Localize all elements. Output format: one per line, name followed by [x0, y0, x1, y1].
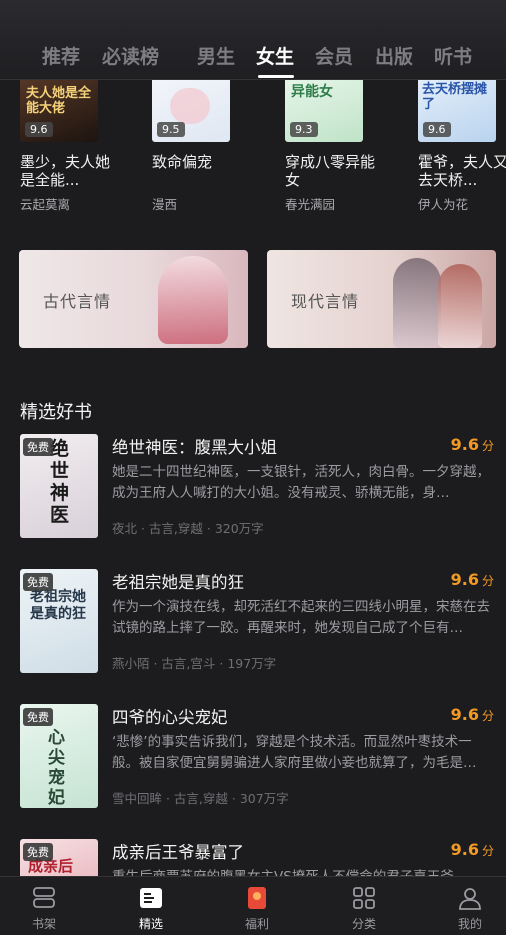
free-badge: 免费	[23, 708, 53, 726]
book-title: 四爷的心尖宠妃	[112, 708, 228, 727]
book-author: 春光满园	[285, 197, 336, 212]
tab-male[interactable]: 男生	[197, 42, 235, 69]
book-cover: 去天桥摆摊了 9.6	[418, 80, 496, 142]
book-score: 9.6 分	[450, 570, 494, 589]
book-score: 9.6 分	[450, 435, 494, 454]
list-item[interactable]: 心尖宠妃 免费 四爷的心尖宠妃 9.6 分 ‘悲惨’的事实告诉我们，穿越是个技术活…	[0, 704, 506, 814]
book-cover: 夫人她是全能大佬 9.6	[20, 80, 98, 142]
book-description: 她是二十四世纪神医，一支银针，活死人，肉白骨。一夕穿越，成为王府人人喊打的大小姐…	[112, 464, 490, 501]
list-item[interactable]: 老祖宗她是真的狂 免费 老祖宗她是真的狂 9.6 分 作为一个演技在线，却死活红不…	[0, 569, 506, 679]
book-title: 绝世神医：腹黑大小姐	[112, 438, 277, 457]
book-title: 成亲后王爷暴富了	[112, 843, 244, 862]
book-cover: 老祖宗她是真的狂 免费	[20, 569, 98, 673]
bottom-nav: 书架 精选 福利 分类 我的	[0, 876, 506, 935]
tab-audiobook[interactable]: 听书	[434, 42, 472, 69]
category-tabs: 推荐 必读榜 男生 女生 会员 出版 听书	[0, 42, 506, 78]
cover-text: 心尖宠妃	[48, 728, 65, 808]
cover-text: 老祖宗她是真的狂	[30, 589, 86, 622]
tab-recommend[interactable]: 推荐	[42, 42, 80, 69]
cover-text: 绝世神医	[50, 438, 70, 526]
gift-icon	[248, 887, 266, 909]
section-title: 精选好书	[20, 402, 92, 423]
score-badge: 9.6	[25, 122, 53, 137]
bookshelf-icon	[33, 887, 55, 908]
book-description: ‘悲惨’的事实告诉我们，穿越是个技术活。而显然叶枣技术一般。被自家便宜舅舅骗进人…	[112, 734, 477, 771]
category-icon	[353, 887, 375, 909]
score-badge: 9.5	[157, 122, 185, 137]
book-title: 致命偏宠	[152, 153, 213, 171]
book-title: 霍爷，夫人又去天桥...	[418, 153, 506, 189]
banner-illustration	[393, 258, 441, 348]
cover-illustration	[170, 88, 210, 124]
banner-modern-romance[interactable]: 现代言情	[267, 250, 496, 348]
cover-text: 异能女	[291, 84, 333, 100]
free-badge: 免费	[23, 573, 53, 591]
book-cover: 9.5	[152, 80, 230, 142]
featured-icon	[140, 888, 162, 908]
book-author: 漫西	[152, 197, 178, 212]
book-meta: 雪中回眸 · 古言,穿越 · 307万字	[112, 791, 289, 806]
nav-label: 分类	[351, 917, 376, 931]
banner-label: 古代言情	[43, 292, 112, 311]
cover-text: 去天桥摆摊了	[422, 82, 488, 112]
book-score: 9.6 分	[450, 840, 494, 859]
banner-illustration	[438, 264, 482, 348]
score-badge: 9.6	[423, 122, 451, 137]
nav-label: 我的	[457, 917, 482, 931]
nav-bookshelf[interactable]: 书架	[14, 885, 74, 932]
top-tab-bar: 推荐 必读榜 男生 女生 会员 出版 听书	[0, 0, 506, 80]
nav-label: 书架	[31, 917, 56, 931]
book-cover: 异能女 9.3	[285, 80, 363, 142]
nav-profile[interactable]: 我的	[440, 885, 500, 932]
score-badge: 9.3	[290, 122, 318, 137]
book-cover: 心尖宠妃 免费	[20, 704, 98, 808]
nav-label: 福利	[244, 917, 269, 931]
book-author: 伊人为花	[418, 197, 469, 212]
banner-label: 现代言情	[291, 292, 360, 311]
book-meta: 夜北 · 古言,穿越 · 320万字	[112, 521, 264, 536]
book-title: 墨少，夫人她是全能...	[20, 153, 111, 189]
nav-welfare[interactable]: 福利	[227, 885, 287, 932]
free-badge: 免费	[23, 843, 53, 861]
book-title: 穿成八零异能女	[285, 153, 376, 189]
book-author: 云起莫离	[20, 197, 71, 212]
profile-icon	[459, 888, 481, 910]
banner-ancient-romance[interactable]: 古代言情	[19, 250, 248, 348]
book-meta: 燕小陌 · 古言,宫斗 · 197万字	[112, 656, 277, 671]
book-score: 9.6 分	[450, 705, 494, 724]
tab-publish[interactable]: 出版	[375, 42, 413, 69]
nav-category[interactable]: 分类	[334, 885, 394, 932]
tab-female[interactable]: 女生	[256, 42, 294, 69]
list-item[interactable]: 绝世神医 免费 绝世神医：腹黑大小姐 9.6 分 她是二十四世纪神医，一支银针，活…	[0, 434, 506, 544]
book-description: 作为一个演技在线，却死活红不起来的三四线小明星，宋慈在去试镜的路上摔了一跤。再醒…	[112, 599, 490, 636]
book-row: 夫人她是全能大佬 9.6 墨少，夫人她是全能... 云起莫离 9.5 致命偏宠 …	[0, 80, 506, 220]
banner-illustration	[158, 256, 228, 344]
active-tab-indicator	[258, 75, 294, 78]
free-badge: 免费	[23, 438, 53, 456]
book-cover: 绝世神医 免费	[20, 434, 98, 538]
cover-text: 夫人她是全能大佬	[26, 86, 92, 116]
nav-label: 精选	[138, 917, 163, 931]
book-title: 老祖宗她是真的狂	[112, 573, 244, 592]
tab-must-read[interactable]: 必读榜	[102, 42, 159, 69]
tab-vip[interactable]: 会员	[315, 42, 353, 69]
nav-featured[interactable]: 精选	[121, 885, 181, 932]
